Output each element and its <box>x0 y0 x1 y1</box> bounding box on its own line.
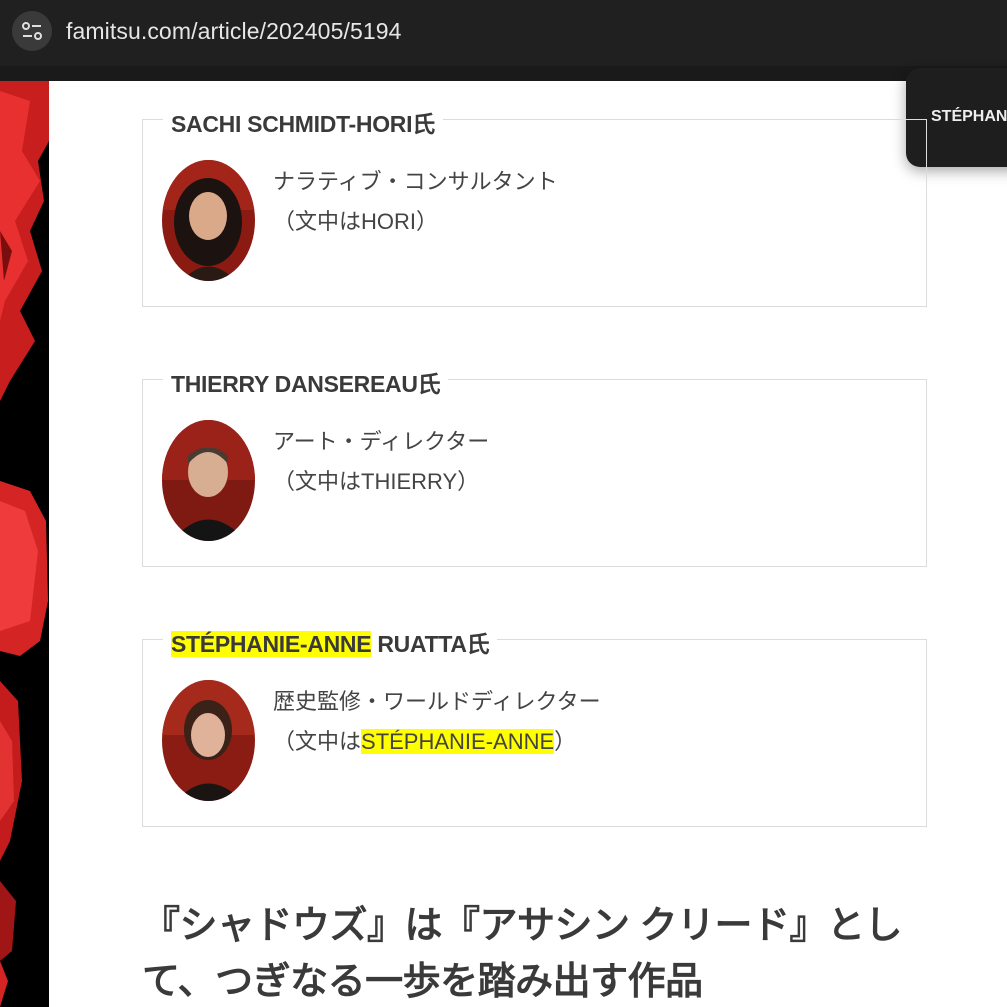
profile-name: STÉPHANIE-ANNE RUATTA氏 <box>163 625 498 659</box>
profile-role: 歴史監修・ワールドディレクター <box>273 689 601 714</box>
article-heading: 『シャドウズ』は『アサシン クリード』として、つぎなる一歩を踏み出す作品 <box>142 905 903 1003</box>
avatar-hori <box>162 160 255 281</box>
side-artwork <box>0 81 49 1007</box>
profile-card-hori: SACHI SCHMIDT-HORI氏 ナラティブ・コンサルタント （文中はHO… <box>142 105 927 307</box>
tune-icon <box>22 22 42 40</box>
url-text[interactable]: famitsu.com/article/202405/5194 <box>66 18 402 45</box>
note-highlight: STÉPHANIE-ANNE <box>361 729 555 754</box>
profile-role: ナラティブ・コンサルタント <box>273 169 558 194</box>
profile-name: THIERRY DANSEREAU氏 <box>163 365 449 399</box>
profile-note: （文中はHORI） <box>273 209 439 234</box>
browser-toolbar-edge <box>0 66 1007 81</box>
site-info-button[interactable] <box>12 11 52 51</box>
profile-note: （文中はSTÉPHANIE-ANNE） <box>273 724 576 756</box>
note-prefix: （文中は <box>273 729 362 754</box>
name-highlight: STÉPHANIE-ANNE <box>171 631 372 657</box>
profile-role: アート・ディレクター <box>273 429 490 454</box>
profile-note: （文中はTHIERRY） <box>273 469 480 494</box>
profile-name: SACHI SCHMIDT-HORI氏 <box>163 105 443 139</box>
profile-card-stephanie: STÉPHANIE-ANNE RUATTA氏 歴史監修・ワールドディレクター （… <box>142 625 927 827</box>
profile-card-thierry: THIERRY DANSEREAU氏 アート・ディレクター （文中はTHIERR… <box>142 365 927 567</box>
avatar-thierry <box>162 420 255 541</box>
avatar-stephanie <box>162 680 255 801</box>
note-suffix: ） <box>554 729 577 754</box>
name-rest: RUATTA氏 <box>371 631 490 657</box>
popup-label: STÉPHANIE <box>931 108 1007 125</box>
browser-address-bar: famitsu.com/article/202405/5194 <box>0 0 1007 66</box>
